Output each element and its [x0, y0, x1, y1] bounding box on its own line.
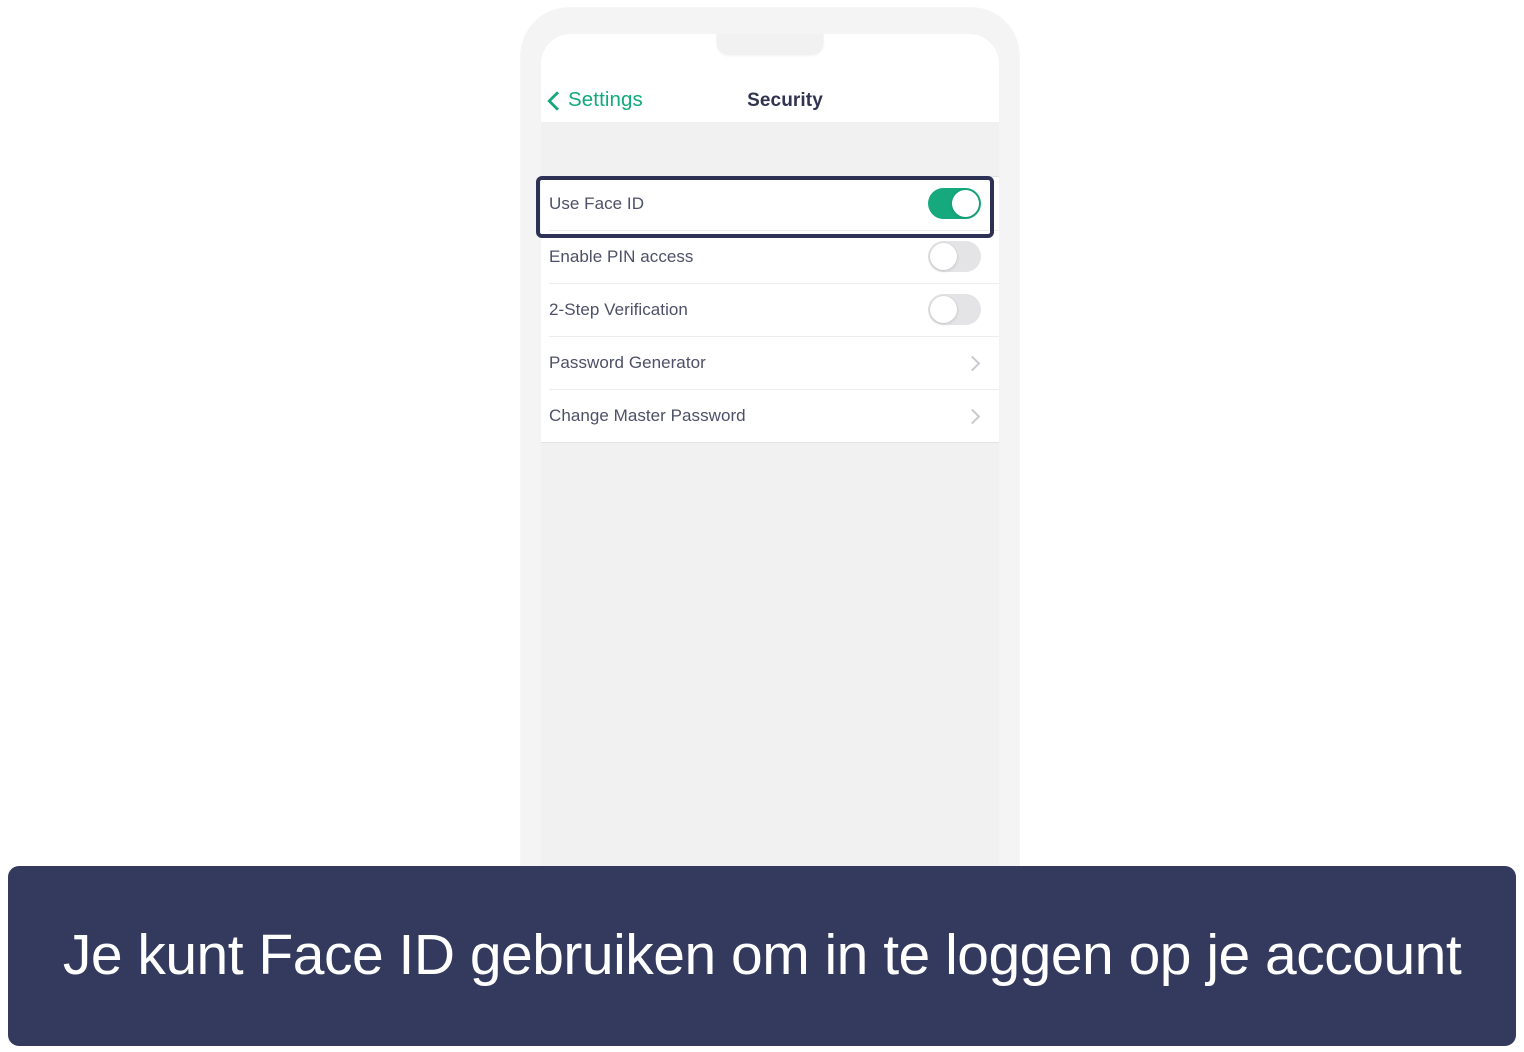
list-item-password-generator[interactable]: Password Generator [541, 336, 999, 389]
list-item-use-face-id[interactable]: Use Face ID [541, 177, 999, 230]
list-item-label: Use Face ID [549, 193, 645, 213]
list-item-label: Change Master Password [549, 405, 746, 425]
toggle-2-step-verification[interactable] [928, 294, 981, 325]
phone-frame: Settings Security Use Face ID Enable PIN… [521, 8, 1019, 908]
page-title: Security [747, 90, 823, 111]
caption-bar: Je kunt Face ID gebruiken om in te logge… [8, 866, 1516, 1046]
list-item-label: 2-Step Verification [549, 299, 688, 319]
list-item-change-master-password[interactable]: Change Master Password [541, 389, 999, 442]
chevron-right-icon [967, 354, 979, 372]
phone-screen: Settings Security Use Face ID Enable PIN… [541, 34, 999, 908]
security-settings-list: Use Face ID Enable PIN access 2-Step Ver… [541, 176, 999, 443]
list-item-label: Password Generator [549, 352, 706, 372]
settings-content-area: Use Face ID Enable PIN access 2-Step Ver… [541, 122, 999, 908]
caption-text: Je kunt Face ID gebruiken om in te logge… [62, 923, 1462, 988]
toggle-knob [930, 296, 957, 323]
toggle-enable-pin-access[interactable] [928, 241, 981, 272]
screenshot-canvas: Settings Security Use Face ID Enable PIN… [0, 0, 1524, 1052]
phone-notch [716, 34, 824, 55]
list-item-2-step-verification[interactable]: 2-Step Verification [541, 283, 999, 336]
toggle-knob [952, 190, 979, 217]
toggle-use-face-id[interactable] [928, 188, 981, 219]
list-item-enable-pin-access[interactable]: Enable PIN access [541, 230, 999, 283]
toggle-knob [930, 243, 957, 270]
list-item-label: Enable PIN access [549, 246, 694, 266]
section-spacer [541, 122, 999, 176]
chevron-right-icon [967, 407, 979, 425]
